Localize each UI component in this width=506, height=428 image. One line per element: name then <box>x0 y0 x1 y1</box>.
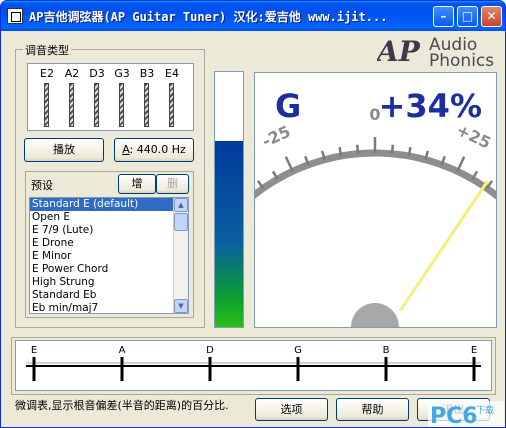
strip-tick <box>208 357 212 381</box>
dial-tick <box>390 144 395 154</box>
string-e4[interactable] <box>169 83 174 127</box>
logo-mark: AP <box>377 35 421 68</box>
app-icon[interactable] <box>7 8 23 24</box>
scroll-down-icon[interactable]: ▼ <box>174 299 188 313</box>
strip-note-label: E <box>471 345 477 356</box>
string-label: E4 <box>165 67 179 80</box>
window-title: AP吉他调弦器(AP Guitar Tuner) 汉化:爱吉他 www.ijit… <box>29 10 388 24</box>
tuner-needle <box>398 180 489 312</box>
watermark-sub: 下载 <box>476 404 494 416</box>
string-e2[interactable] <box>44 83 49 127</box>
reference-frequency-button[interactable]: A: 440.0 Hz <box>114 138 194 162</box>
dial-tick <box>355 144 360 154</box>
preset-item[interactable]: E 7/9 (Lute) <box>30 224 188 237</box>
strip-note-label: A <box>119 345 126 356</box>
status-text: 微调表,显示根音偏差(半音的距离)的百分比. <box>15 399 229 412</box>
string-a2[interactable] <box>69 83 74 127</box>
delete-preset-button[interactable]: 删 <box>156 174 189 194</box>
strip-note-label: B <box>383 345 390 356</box>
dial-label: -25 <box>259 122 293 151</box>
preset-item[interactable]: High Strung <box>30 276 188 289</box>
scroll-up-icon[interactable]: ▲ <box>174 198 188 212</box>
strip-note-label: D <box>206 345 214 356</box>
dial-label: +25 <box>454 120 494 152</box>
input-level-meter <box>214 71 244 328</box>
presets-scrollbar[interactable]: ▲ ▼ <box>173 198 188 313</box>
dial-label: 0 <box>369 105 380 124</box>
tuner-display: G +34% -50-250+25+50 <box>254 72 497 328</box>
dial-tick <box>407 146 412 157</box>
dial-labels: -50-250+25+50 <box>259 105 494 153</box>
options-button[interactable]: 选项 <box>255 398 328 421</box>
minimize-button[interactable]: – <box>433 6 454 27</box>
string-label: B3 <box>139 67 155 80</box>
input-level-fill <box>215 140 243 327</box>
title-bar[interactable]: AP吉他调弦器(AP Guitar Tuner) 汉化:爱吉他 www.ijit… <box>1 1 505 31</box>
strip-tick <box>32 357 36 381</box>
string-g3[interactable] <box>119 83 124 127</box>
logo-line2: Phonics <box>429 51 495 71</box>
close-button[interactable]: ✕ <box>481 6 502 27</box>
needle-hub <box>351 303 399 327</box>
scroll-thumb[interactable] <box>174 213 188 231</box>
tuning-type-label: 调音类型 <box>23 42 71 58</box>
strip-tick <box>120 357 124 381</box>
dial-tick <box>338 146 343 157</box>
help-button[interactable]: 帮助 <box>336 398 409 421</box>
pc6-watermark-icon: PC6 下载 <box>428 401 504 427</box>
strip-tick <box>384 357 388 381</box>
freq-value: : 440.0 Hz <box>129 143 186 156</box>
note-strip-svg: EADGBE <box>26 345 481 381</box>
strip-note-label: G <box>294 345 302 356</box>
string-label: E2 <box>40 67 54 80</box>
string-label: D3 <box>89 67 105 80</box>
tuner-dial: -50-250+25+50 <box>255 105 496 327</box>
string-b3[interactable] <box>144 83 149 127</box>
dial-ticks <box>256 137 494 189</box>
watermark-text: PC6 <box>430 404 478 427</box>
play-button[interactable]: 播放 <box>24 138 104 162</box>
freq-prefix: A <box>122 143 130 156</box>
strip-note-label: E <box>31 345 37 356</box>
preset-item[interactable]: Standard Eb <box>30 289 188 302</box>
note-strip: EADGBE <box>15 340 492 391</box>
preset-item[interactable]: E Minor <box>30 250 188 263</box>
string-panel: E2 A2 D3 G3 B3 E4 <box>27 63 194 131</box>
maximize-button[interactable]: □ <box>457 6 478 27</box>
app-window: AP吉他调弦器(AP Guitar Tuner) 汉化:爱吉他 www.ijit… <box>0 0 506 428</box>
presets-list[interactable]: Standard E (default) Open EE 7/9 (Lute) E … <box>29 197 189 314</box>
presets-label: 预设 <box>31 179 53 192</box>
string-d3[interactable] <box>94 83 99 127</box>
strip-tick <box>296 357 300 381</box>
preset-item[interactable]: E Power Chord <box>30 263 188 276</box>
preset-item[interactable]: Eb min/maj7 <box>30 302 188 313</box>
preset-item[interactable]: Open E <box>30 211 188 224</box>
add-preset-button[interactable]: 增 <box>118 174 156 194</box>
preset-item[interactable]: E Drone <box>30 237 188 250</box>
preset-item[interactable]: Standard E (default) <box>30 198 188 211</box>
string-label: G3 <box>114 67 130 80</box>
string-label: A2 <box>64 67 80 80</box>
presets-list-items: Standard E (default) Open EE 7/9 (Lute) E … <box>30 198 188 313</box>
strip-tick <box>472 357 476 381</box>
